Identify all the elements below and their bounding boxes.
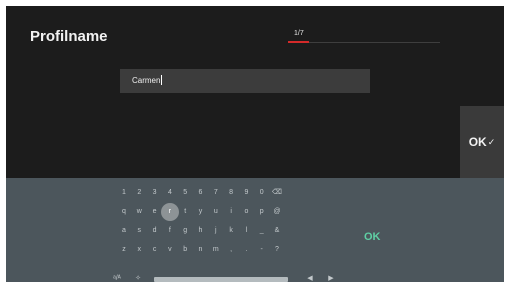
key[interactable]: 0 [254,186,270,200]
key[interactable]: , [223,243,239,257]
on-screen-keyboard: 1 2 3 4 5 6 7 8 9 0 ⌫ q w e r t y u i o p @ a s d f g h j k l _ & z x c v b n m… [6,178,504,282]
profile-name-screen: Profilname 1/7 Carmen OK ✓ 1 2 3 4 5 6 7 8 9 0 ⌫ q w e… [6,6,504,282]
space-bar[interactable] [154,277,288,282]
key[interactable]: s [131,224,147,238]
key[interactable]: . [238,243,254,257]
progress-fill [288,41,310,43]
shift-key[interactable]: ᵃ/ᴬ [109,272,125,282]
backspace-key[interactable]: ⌫ [269,186,285,200]
key[interactable]: _ [254,224,270,238]
key[interactable]: k [223,224,239,238]
profile-name-value: Carmen [132,76,161,85]
step-counter: 1/7 [294,30,304,37]
key[interactable]: r [160,203,179,221]
key[interactable]: u [208,205,224,219]
page-title: Profilname [30,28,108,45]
key[interactable]: d [147,224,163,238]
cursor-left-key[interactable]: ◀ [302,272,318,282]
key[interactable]: i [223,205,239,219]
key[interactable]: & [269,224,285,238]
key[interactable]: f [162,224,178,238]
cursor-right-key[interactable]: ▶ [323,272,339,282]
checkmark-icon: ✓ [487,136,496,147]
progress-track [288,41,440,43]
key[interactable]: v [162,243,178,257]
symbols-key[interactable]: ✧ [130,272,146,282]
key[interactable]: ? [269,243,285,257]
key[interactable]: p [254,205,270,219]
key[interactable]: w [131,205,147,219]
key[interactable]: 3 [147,186,163,200]
key[interactable]: l [238,224,254,238]
key[interactable]: o [238,205,254,219]
key[interactable]: h [193,224,209,238]
text-caret [161,75,163,85]
key[interactable]: y [193,205,209,219]
key[interactable]: m [208,243,224,257]
key[interactable]: 8 [223,186,239,200]
key[interactable]: n [193,243,209,257]
key[interactable]: q [116,205,132,219]
ok-button-label: OK [468,135,487,149]
key[interactable]: 5 [177,186,193,200]
key[interactable]: 4 [162,186,178,200]
key[interactable]: @ [269,205,285,219]
key[interactable]: t [177,205,193,219]
key[interactable]: j [208,224,224,238]
key[interactable]: 2 [131,186,147,200]
key[interactable]: - [254,243,270,257]
key[interactable]: c [147,243,163,257]
ok-button[interactable]: OK ✓ [460,106,504,178]
profile-name-input[interactable]: Carmen [120,69,370,93]
key[interactable]: a [116,224,132,238]
key[interactable]: 9 [238,186,254,200]
key[interactable]: b [177,243,193,257]
key[interactable]: 1 [116,186,132,200]
key[interactable]: g [177,224,193,238]
key[interactable]: x [131,243,147,257]
key[interactable]: 7 [208,186,224,200]
key[interactable]: z [116,243,132,257]
key[interactable]: 6 [193,186,209,200]
keyboard-ok-button[interactable]: OK [364,231,381,243]
